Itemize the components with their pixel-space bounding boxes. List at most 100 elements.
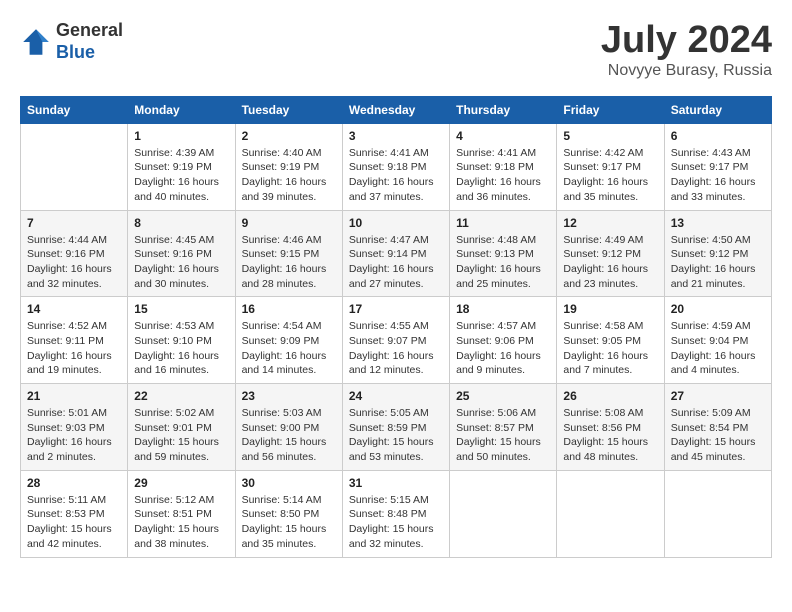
day-number: 8 xyxy=(134,216,228,230)
day-number: 15 xyxy=(134,302,228,316)
logo: General Blue xyxy=(20,20,123,63)
day-number: 21 xyxy=(27,389,121,403)
day-number: 22 xyxy=(134,389,228,403)
calendar-cell xyxy=(557,470,664,557)
day-info: Sunrise: 4:58 AM Sunset: 9:05 PM Dayligh… xyxy=(563,319,657,378)
weekday-header-friday: Friday xyxy=(557,96,664,123)
calendar-cell: 29 Sunrise: 5:12 AM Sunset: 8:51 PM Dayli… xyxy=(128,470,235,557)
day-number: 18 xyxy=(456,302,550,316)
day-number: 19 xyxy=(563,302,657,316)
calendar-cell: 28Sunrise: 5:11 AM Sunset: 8:53 PM Dayli… xyxy=(21,470,128,557)
week-row-3: 14 Sunrise: 4:52 AM Sunset: 9:11 PM Dayli… xyxy=(21,297,772,384)
calendar-cell xyxy=(450,470,557,557)
day-number: 30 xyxy=(242,476,336,490)
calendar-cell: 7 Sunrise: 4:44 AM Sunset: 9:16 PM Daylig… xyxy=(21,210,128,297)
weekday-header-thursday: Thursday xyxy=(450,96,557,123)
day-info: Sunrise: 5:09 AM Sunset: 8:54 PM Dayligh… xyxy=(671,406,765,465)
day-info: Sunrise: 4:50 AM Sunset: 9:12 PM Dayligh… xyxy=(671,233,765,292)
day-number: 29 xyxy=(134,476,228,490)
calendar-cell: 10Sunrise: 4:47 AM Sunset: 9:14 PM Dayli… xyxy=(342,210,449,297)
calendar-cell: 15Sunrise: 4:53 AM Sunset: 9:10 PM Dayli… xyxy=(128,297,235,384)
calendar-cell: 2 Sunrise: 4:40 AM Sunset: 9:19 PM Daylig… xyxy=(235,123,342,210)
day-number: 9 xyxy=(242,216,336,230)
title-block: July 2024 Novyye Burasy, Russia xyxy=(601,20,772,80)
weekday-header-monday: Monday xyxy=(128,96,235,123)
logo-blue: Blue xyxy=(56,42,95,62)
day-info: Sunrise: 4:39 AM Sunset: 9:19 PM Dayligh… xyxy=(134,146,228,205)
day-info: Sunrise: 4:40 AM Sunset: 9:19 PM Dayligh… xyxy=(242,146,336,205)
day-info: Sunrise: 5:03 AM Sunset: 9:00 PM Dayligh… xyxy=(242,406,336,465)
calendar-cell: 4 Sunrise: 4:41 AM Sunset: 9:18 PM Daylig… xyxy=(450,123,557,210)
location: Novyye Burasy, Russia xyxy=(601,62,772,80)
calendar-cell: 18 Sunrise: 4:57 AM Sunset: 9:06 PM Dayli… xyxy=(450,297,557,384)
day-number: 26 xyxy=(563,389,657,403)
day-number: 10 xyxy=(349,216,443,230)
day-number: 11 xyxy=(456,216,550,230)
calendar-cell: 1 Sunrise: 4:39 AM Sunset: 9:19 PM Daylig… xyxy=(128,123,235,210)
calendar-cell: 19 Sunrise: 4:58 AM Sunset: 9:05 PM Dayli… xyxy=(557,297,664,384)
day-info: Sunrise: 4:41 AM Sunset: 9:18 PM Dayligh… xyxy=(349,146,443,205)
day-info: Sunrise: 4:45 AM Sunset: 9:16 PM Dayligh… xyxy=(134,233,228,292)
day-number: 12 xyxy=(563,216,657,230)
day-number: 14 xyxy=(27,302,121,316)
day-info: Sunrise: 5:02 AM Sunset: 9:01 PM Dayligh… xyxy=(134,406,228,465)
weekday-header-saturday: Saturday xyxy=(664,96,771,123)
day-number: 13 xyxy=(671,216,765,230)
calendar-cell: 20 Sunrise: 4:59 AM Sunset: 9:04 PM Dayli… xyxy=(664,297,771,384)
calendar-cell: 22 Sunrise: 5:02 AM Sunset: 9:01 PM Dayli… xyxy=(128,384,235,471)
day-number: 16 xyxy=(242,302,336,316)
day-info: Sunrise: 5:08 AM Sunset: 8:56 PM Dayligh… xyxy=(563,406,657,465)
calendar-table: SundayMondayTuesdayWednesdayThursdayFrid… xyxy=(20,96,772,558)
day-number: 2 xyxy=(242,129,336,143)
calendar-cell: 21 Sunrise: 5:01 AM Sunset: 9:03 PM Dayli… xyxy=(21,384,128,471)
logo-text: General Blue xyxy=(56,20,123,63)
day-number: 3 xyxy=(349,129,443,143)
weekday-header-row: SundayMondayTuesdayWednesdayThursdayFrid… xyxy=(21,96,772,123)
weekday-header-sunday: Sunday xyxy=(21,96,128,123)
calendar-cell: 13 Sunrise: 4:50 AM Sunset: 9:12 PM Dayli… xyxy=(664,210,771,297)
weekday-header-tuesday: Tuesday xyxy=(235,96,342,123)
day-info: Sunrise: 4:48 AM Sunset: 9:13 PM Dayligh… xyxy=(456,233,550,292)
day-info: Sunrise: 5:12 AM Sunset: 8:51 PM Dayligh… xyxy=(134,493,228,552)
calendar-cell: 5 Sunrise: 4:42 AM Sunset: 9:17 PM Daylig… xyxy=(557,123,664,210)
day-info: Sunrise: 4:49 AM Sunset: 9:12 PM Dayligh… xyxy=(563,233,657,292)
calendar-cell: 14 Sunrise: 4:52 AM Sunset: 9:11 PM Dayli… xyxy=(21,297,128,384)
day-info: Sunrise: 4:52 AM Sunset: 9:11 PM Dayligh… xyxy=(27,319,121,378)
day-info: Sunrise: 4:41 AM Sunset: 9:18 PM Dayligh… xyxy=(456,146,550,205)
day-number: 7 xyxy=(27,216,121,230)
day-number: 24 xyxy=(349,389,443,403)
day-info: Sunrise: 4:59 AM Sunset: 9:04 PM Dayligh… xyxy=(671,319,765,378)
calendar-cell: 25Sunrise: 5:06 AM Sunset: 8:57 PM Dayli… xyxy=(450,384,557,471)
day-number: 31 xyxy=(349,476,443,490)
day-info: Sunrise: 4:44 AM Sunset: 9:16 PM Dayligh… xyxy=(27,233,121,292)
day-number: 20 xyxy=(671,302,765,316)
day-info: Sunrise: 4:46 AM Sunset: 9:15 PM Dayligh… xyxy=(242,233,336,292)
calendar-cell xyxy=(21,123,128,210)
calendar-cell: 12 Sunrise: 4:49 AM Sunset: 9:12 PM Dayli… xyxy=(557,210,664,297)
day-number: 17 xyxy=(349,302,443,316)
day-info: Sunrise: 5:01 AM Sunset: 9:03 PM Dayligh… xyxy=(27,406,121,465)
day-info: Sunrise: 4:55 AM Sunset: 9:07 PM Dayligh… xyxy=(349,319,443,378)
calendar-cell: 23Sunrise: 5:03 AM Sunset: 9:00 PM Dayli… xyxy=(235,384,342,471)
calendar-cell: 6Sunrise: 4:43 AM Sunset: 9:17 PM Daylig… xyxy=(664,123,771,210)
week-row-1: 1 Sunrise: 4:39 AM Sunset: 9:19 PM Daylig… xyxy=(21,123,772,210)
calendar-cell: 30 Sunrise: 5:14 AM Sunset: 8:50 PM Dayli… xyxy=(235,470,342,557)
week-row-4: 21 Sunrise: 5:01 AM Sunset: 9:03 PM Dayli… xyxy=(21,384,772,471)
day-info: Sunrise: 4:43 AM Sunset: 9:17 PM Dayligh… xyxy=(671,146,765,205)
calendar-cell: 3 Sunrise: 4:41 AM Sunset: 9:18 PM Daylig… xyxy=(342,123,449,210)
calendar-cell: 27Sunrise: 5:09 AM Sunset: 8:54 PM Dayli… xyxy=(664,384,771,471)
day-number: 28 xyxy=(27,476,121,490)
day-info: Sunrise: 4:54 AM Sunset: 9:09 PM Dayligh… xyxy=(242,319,336,378)
calendar-cell: 11 Sunrise: 4:48 AM Sunset: 9:13 PM Dayli… xyxy=(450,210,557,297)
day-info: Sunrise: 4:42 AM Sunset: 9:17 PM Dayligh… xyxy=(563,146,657,205)
month-title: July 2024 xyxy=(601,20,772,62)
day-number: 1 xyxy=(134,129,228,143)
calendar-cell: 8 Sunrise: 4:45 AM Sunset: 9:16 PM Daylig… xyxy=(128,210,235,297)
day-info: Sunrise: 5:14 AM Sunset: 8:50 PM Dayligh… xyxy=(242,493,336,552)
calendar-cell: 24Sunrise: 5:05 AM Sunset: 8:59 PM Dayli… xyxy=(342,384,449,471)
day-number: 5 xyxy=(563,129,657,143)
week-row-5: 28Sunrise: 5:11 AM Sunset: 8:53 PM Dayli… xyxy=(21,470,772,557)
calendar-cell: 16 Sunrise: 4:54 AM Sunset: 9:09 PM Dayli… xyxy=(235,297,342,384)
day-info: Sunrise: 4:57 AM Sunset: 9:06 PM Dayligh… xyxy=(456,319,550,378)
day-number: 4 xyxy=(456,129,550,143)
